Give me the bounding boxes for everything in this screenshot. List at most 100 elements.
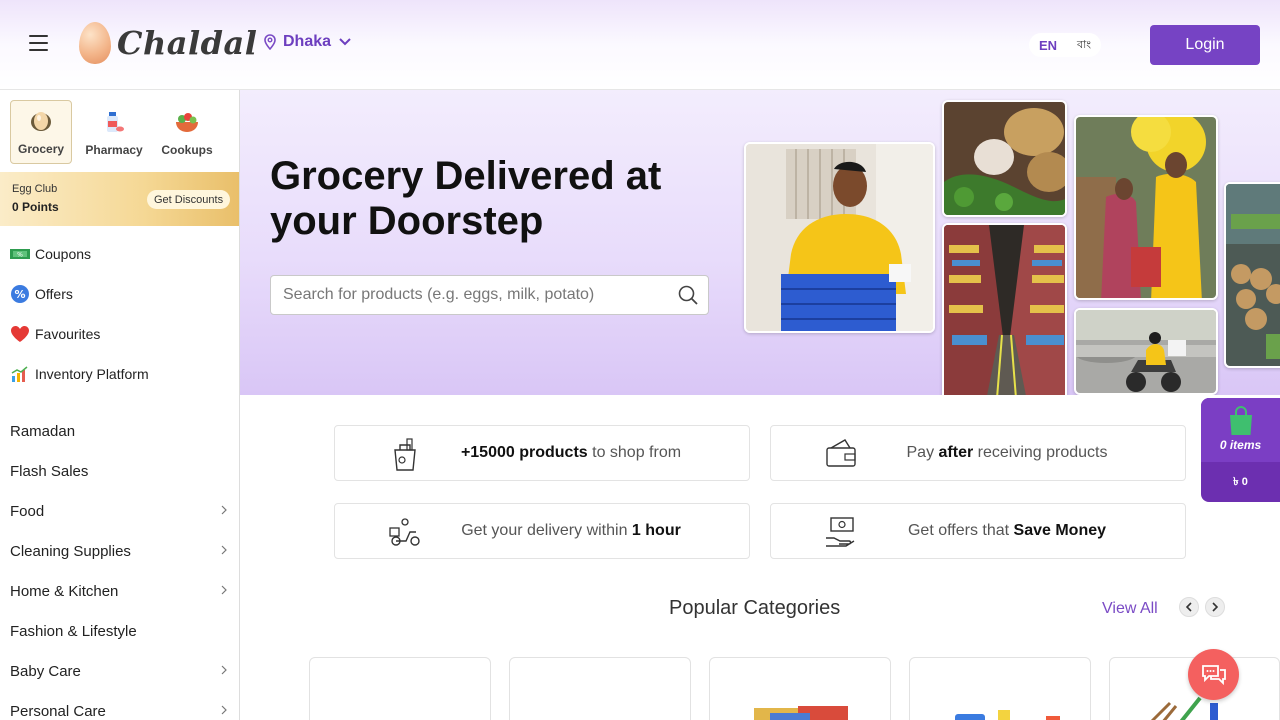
left-sidebar: Grocery Pharmacy Cookups Egg Club 0 Poin… xyxy=(0,90,240,720)
tab-pharmacy[interactable]: Pharmacy xyxy=(83,100,145,164)
sidebar-item-label: Inventory Platform xyxy=(35,366,149,382)
chaldal-logo[interactable]: Chaldal xyxy=(79,22,257,64)
feature-bold-text: Save Money xyxy=(1013,522,1107,539)
chevron-right-icon xyxy=(221,545,227,555)
location-selector[interactable]: Dhaka xyxy=(263,33,351,51)
menu-hamburger-icon[interactable] xyxy=(29,35,48,51)
category-label: Cleaning Supplies xyxy=(10,542,131,560)
feature-products-count: +15000 products to shop from xyxy=(334,425,750,481)
location-pin-icon xyxy=(264,34,276,50)
category-card[interactable] xyxy=(909,657,1091,720)
logo-text: Chaldal xyxy=(117,24,258,62)
feature-pay-after: Pay after receiving products xyxy=(770,425,1186,481)
feature-text-pre: Get your delivery within xyxy=(461,522,632,539)
egg-logo-icon xyxy=(79,22,111,64)
get-discounts-button[interactable]: Get Discounts xyxy=(147,190,231,209)
search-button[interactable] xyxy=(668,276,708,314)
feature-text: to shop from xyxy=(587,444,682,461)
tab-grocery[interactable]: Grocery xyxy=(10,100,73,164)
sidebar-category-personal-care[interactable]: Personal Care xyxy=(0,691,239,720)
category-card[interactable] xyxy=(709,657,891,720)
view-all-link[interactable]: View All xyxy=(1102,600,1158,618)
coupon-icon: % xyxy=(10,249,30,259)
category-label: Home & Kitchen xyxy=(10,582,119,600)
hero-banner: Grocery Delivered at your Doorstep xyxy=(240,90,1280,395)
login-button[interactable]: Login xyxy=(1150,25,1260,65)
chevron-right-icon xyxy=(221,505,227,515)
sidebar-category-food[interactable]: Food xyxy=(0,491,239,531)
offer-badge-icon: % xyxy=(11,285,29,303)
chat-bubbles-icon xyxy=(1201,664,1226,685)
sidebar-item-favourites[interactable]: Favourites xyxy=(0,314,239,354)
shopping-bag-icon xyxy=(1229,406,1252,435)
egg-club-title: Egg Club xyxy=(12,183,58,195)
floating-cart[interactable]: 0 items ৳ 0 xyxy=(1201,398,1280,502)
hero-title: Grocery Delivered at your Doorstep xyxy=(270,154,662,243)
feature-text-pre: Pay xyxy=(906,444,939,461)
snacks-product-image xyxy=(754,706,848,720)
medicine-icon xyxy=(107,112,125,132)
category-label: Flash Sales xyxy=(10,462,89,480)
sidebar-item-label: Favourites xyxy=(35,326,101,342)
search-icon xyxy=(678,285,698,305)
carousel-next-button[interactable] xyxy=(1205,597,1225,617)
chat-support-button[interactable] xyxy=(1188,649,1239,700)
search-bar xyxy=(270,275,709,315)
feature-text: receiving products xyxy=(973,444,1108,461)
language-toggle: EN বাং xyxy=(1029,33,1101,57)
tab-pharmacy-label: Pharmacy xyxy=(85,143,143,157)
vegetables-photo xyxy=(942,100,1067,217)
category-card[interactable] xyxy=(509,657,691,720)
svg-text:%: % xyxy=(17,252,23,259)
feature-save-money: Get offers that Save Money xyxy=(770,503,1186,559)
sidebar-item-label: Offers xyxy=(35,286,73,302)
egg-club-points: 0 Points xyxy=(12,200,59,214)
bar-chart-icon xyxy=(11,366,28,382)
vertical-tabs: Grocery Pharmacy Cookups xyxy=(0,90,239,172)
market-shopping-photo xyxy=(1074,115,1218,300)
cart-total-amount: ৳ 0 xyxy=(1233,476,1248,488)
cleaning-product-image xyxy=(955,710,1060,720)
category-label: Food xyxy=(10,502,45,520)
chevron-down-icon xyxy=(339,38,351,46)
sidebar-item-offers[interactable]: % Offers xyxy=(0,274,239,314)
popular-categories-title: Popular Categories xyxy=(669,597,841,619)
category-label: Baby Care xyxy=(10,662,81,680)
sidebar-category-baby-care[interactable]: Baby Care xyxy=(0,651,239,691)
sidebar-category-flash-sales[interactable]: Flash Sales xyxy=(0,451,239,491)
category-card[interactable] xyxy=(309,657,491,720)
svg-text:%: % xyxy=(14,288,25,301)
chevron-right-icon xyxy=(221,665,227,675)
category-label: Fashion & Lifestyle xyxy=(10,622,137,640)
category-label: Personal Care xyxy=(10,702,106,720)
sidebar-item-label: Coupons xyxy=(35,246,92,262)
tab-cookups[interactable]: Cookups xyxy=(156,100,218,164)
search-input[interactable] xyxy=(271,276,668,314)
location-label: Dhaka xyxy=(283,33,332,50)
feature-bold-text: after xyxy=(938,444,974,461)
category-label: Ramadan xyxy=(10,422,76,440)
motorbike-delivery-photo xyxy=(1074,308,1218,395)
chevron-right-icon xyxy=(221,705,227,715)
vegetable-stall-photo xyxy=(1224,182,1280,368)
egg-icon xyxy=(31,112,52,131)
sidebar-category-home-kitchen[interactable]: Home & Kitchen xyxy=(0,571,239,611)
heart-icon xyxy=(11,326,29,342)
chevron-left-icon xyxy=(1186,602,1192,612)
feature-delivery-time: Get your delivery within 1 hour xyxy=(334,503,750,559)
chevron-right-icon xyxy=(221,585,227,595)
tab-grocery-label: Grocery xyxy=(18,142,65,156)
sidebar-category-cleaning-supplies[interactable]: Cleaning Supplies xyxy=(0,531,239,571)
sidebar-item-inventory-platform[interactable]: Inventory Platform xyxy=(0,354,239,394)
delivery-man-photo xyxy=(744,142,935,333)
feature-text-pre: Get offers that xyxy=(907,522,1014,539)
carousel-prev-button[interactable] xyxy=(1179,597,1199,617)
sidebar-category-fashion-lifestyle[interactable]: Fashion & Lifestyle xyxy=(0,611,239,651)
sidebar-category-ramadan[interactable]: Ramadan xyxy=(0,411,239,451)
egg-club-banner[interactable]: Egg Club 0 Points Get Discounts xyxy=(0,172,239,226)
lang-bn-option[interactable]: বাং xyxy=(1077,36,1091,55)
lang-en-option[interactable]: EN xyxy=(1039,38,1057,53)
sidebar-item-coupons[interactable]: % Coupons xyxy=(0,234,239,274)
cart-items-count: 0 items xyxy=(1219,438,1262,452)
food-bowl-icon xyxy=(176,113,198,132)
